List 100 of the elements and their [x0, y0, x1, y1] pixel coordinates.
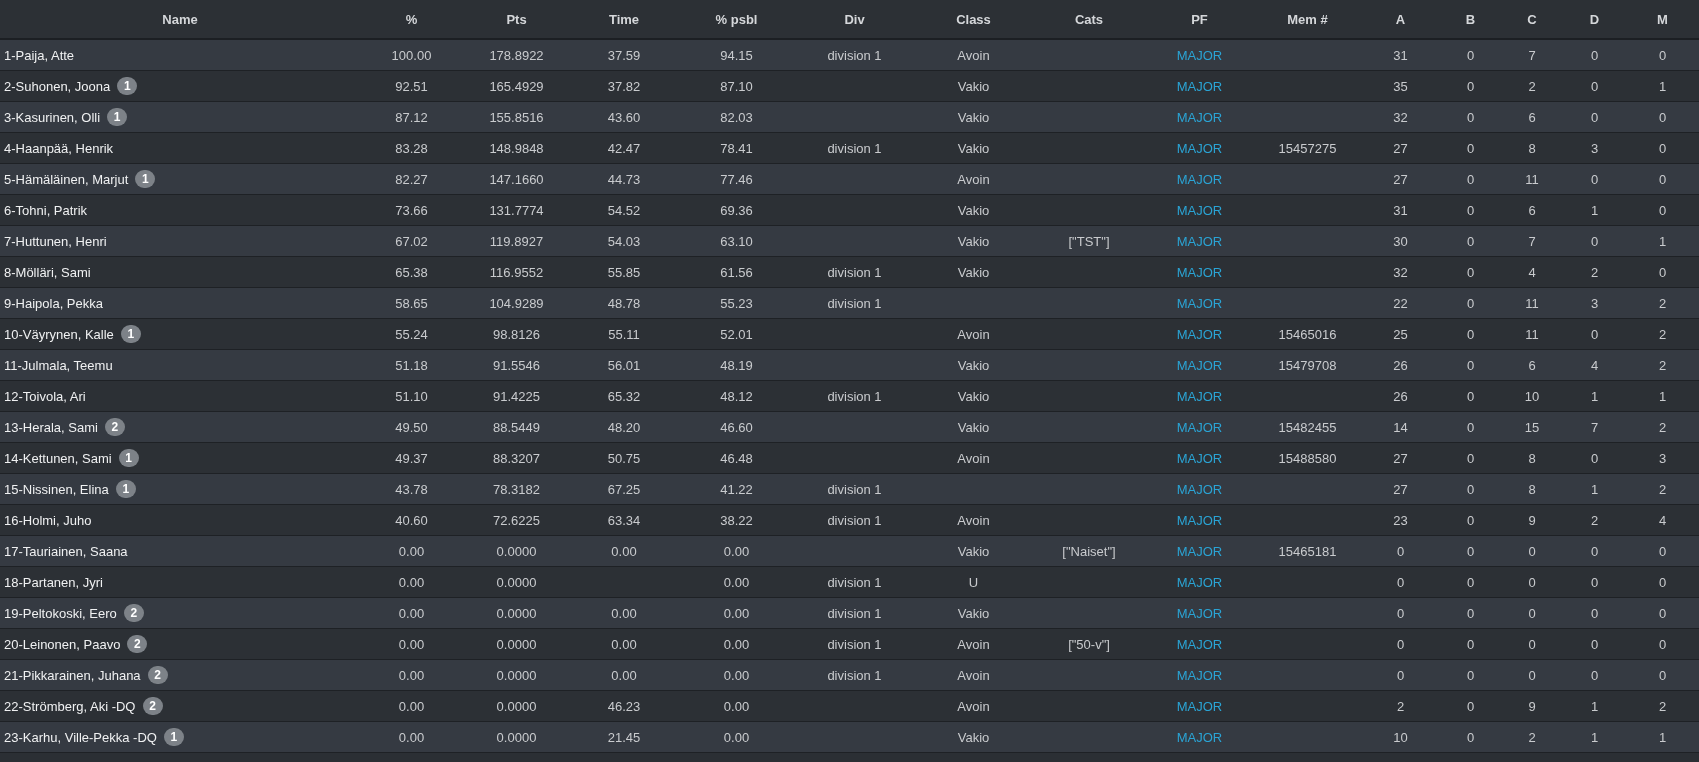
count-badge: 1 — [118, 449, 139, 467]
table-cell: 0 — [1590, 544, 1599, 560]
pf-link[interactable]: MAJOR — [1176, 699, 1223, 715]
pf-link[interactable]: MAJOR — [1176, 451, 1223, 467]
table-cell: division 1 — [827, 575, 882, 591]
table-cell: Vakio — [957, 358, 990, 374]
table-cell: 0 — [1466, 358, 1475, 374]
table-cell: 0 — [1466, 296, 1475, 312]
pf-link[interactable]: MAJOR — [1176, 575, 1223, 591]
table-cell: 11 — [1525, 172, 1539, 188]
table-cell: 1 — [1658, 234, 1667, 250]
table-cell: 0.00 — [398, 606, 425, 622]
table-cell: 0.0000 — [496, 699, 537, 715]
table-cell: 72.6225 — [493, 513, 540, 529]
table-cell: 0 — [1466, 637, 1475, 653]
table-cell: 35 — [1393, 79, 1408, 95]
table-cell: division 1 — [827, 389, 882, 405]
pf-link[interactable]: MAJOR — [1176, 420, 1223, 436]
table-cell: 82.03 — [720, 110, 753, 126]
table-cell: 31 — [1393, 48, 1408, 64]
table-cell: 27 — [1393, 141, 1408, 157]
table-cell: 9 — [1528, 513, 1536, 529]
table-cell: 0 — [1466, 668, 1475, 684]
table-cell: 0 — [1590, 606, 1599, 622]
table-cell: 88.5449 — [493, 420, 540, 436]
pf-link[interactable]: MAJOR — [1176, 296, 1223, 312]
pf-link[interactable]: MAJOR — [1176, 730, 1223, 746]
table-cell: division 1 — [827, 637, 882, 653]
table-cell: 37.59 — [607, 48, 641, 64]
table-cell: Avoin — [957, 172, 990, 188]
table-cell: 32 — [1393, 110, 1408, 126]
pf-link[interactable]: MAJOR — [1176, 327, 1223, 343]
table-cell: 0 — [1590, 637, 1599, 653]
table-cell: 1 — [1590, 730, 1599, 746]
table-cell: 0.0000 — [496, 606, 537, 622]
table-cell: 0 — [1466, 48, 1475, 64]
pf-link[interactable]: MAJOR — [1176, 606, 1223, 622]
table-cell: 58.65 — [395, 296, 428, 312]
table-cell: 6 — [1528, 203, 1536, 219]
pf-link[interactable]: MAJOR — [1176, 358, 1223, 374]
pf-link[interactable]: MAJOR — [1176, 544, 1223, 560]
table-cell: 27 — [1393, 451, 1408, 467]
count-badge: 1 — [117, 77, 138, 95]
pf-link[interactable]: MAJOR — [1176, 79, 1223, 95]
table-cell: Avoin — [957, 637, 990, 653]
table-cell: 0.0000 — [496, 544, 537, 560]
table-cell: 3 — [1590, 141, 1599, 157]
table-cell: Avoin — [957, 699, 990, 715]
pf-link[interactable]: MAJOR — [1176, 234, 1223, 250]
pf-link[interactable]: MAJOR — [1176, 141, 1223, 157]
table-cell: 61.56 — [720, 265, 753, 281]
table-cell: 0.00 — [398, 699, 425, 715]
table-cell: 0 — [1466, 606, 1475, 622]
pf-link[interactable]: MAJOR — [1176, 668, 1223, 684]
table-cell: 0.00 — [723, 544, 750, 560]
pf-link[interactable]: MAJOR — [1176, 265, 1223, 281]
table-cell: 46.48 — [720, 451, 753, 467]
table-cell: 7 — [1528, 48, 1536, 64]
table-cell: 15488580 — [1278, 451, 1337, 467]
player-name: 4-Haanpää, Henrik — [4, 141, 114, 157]
pf-link[interactable]: MAJOR — [1176, 513, 1223, 529]
table-cell: 0 — [1396, 668, 1405, 684]
pf-link[interactable]: MAJOR — [1176, 110, 1223, 126]
table-cell: 73.66 — [395, 203, 428, 219]
table-cell: Vakio — [957, 141, 990, 157]
table-cell: 0 — [1466, 513, 1475, 529]
table-cell: 77.46 — [720, 172, 753, 188]
table-cell: 0 — [1466, 234, 1475, 250]
pf-link[interactable]: MAJOR — [1176, 389, 1223, 405]
table-cell: 2 — [1590, 265, 1599, 281]
table-cell: 0 — [1466, 575, 1475, 591]
table-cell: 100.00 — [391, 48, 432, 64]
table-cell: 1 — [1658, 730, 1667, 746]
table-cell: Avoin — [957, 327, 990, 343]
table-cell: 30 — [1393, 234, 1408, 250]
pf-link[interactable]: MAJOR — [1176, 482, 1223, 498]
table-cell: 56.01 — [607, 358, 641, 374]
pf-link[interactable]: MAJOR — [1176, 172, 1223, 188]
table-cell: Vakio — [957, 265, 990, 281]
table-cell: 11 — [1525, 296, 1539, 312]
table-cell: 63.10 — [720, 234, 753, 250]
table-cell: 91.4225 — [493, 389, 540, 405]
table-cell: 23 — [1393, 513, 1408, 529]
table-cell: 0 — [1466, 699, 1475, 715]
table-cell: 0 — [1590, 172, 1599, 188]
table-cell: 0.00 — [611, 606, 637, 622]
table-cell: 46.60 — [720, 420, 753, 436]
table-cell: ["TST"] — [1068, 234, 1110, 250]
pf-link[interactable]: MAJOR — [1176, 637, 1223, 653]
table-cell: 0 — [1396, 637, 1405, 653]
pf-link[interactable]: MAJOR — [1176, 203, 1223, 219]
player-name: 19-Peltokoski, Eero — [4, 605, 117, 621]
table-cell: 49.50 — [395, 420, 428, 436]
pf-link[interactable]: MAJOR — [1176, 48, 1223, 64]
table-cell: 0.00 — [611, 668, 637, 684]
player-name: 2-Suhonen, Joona — [4, 78, 111, 94]
table-cell: 0 — [1590, 575, 1599, 591]
table-cell: 2 — [1396, 699, 1405, 715]
table-cell: 0.00 — [611, 544, 637, 560]
table-cell: 7 — [1590, 420, 1599, 436]
